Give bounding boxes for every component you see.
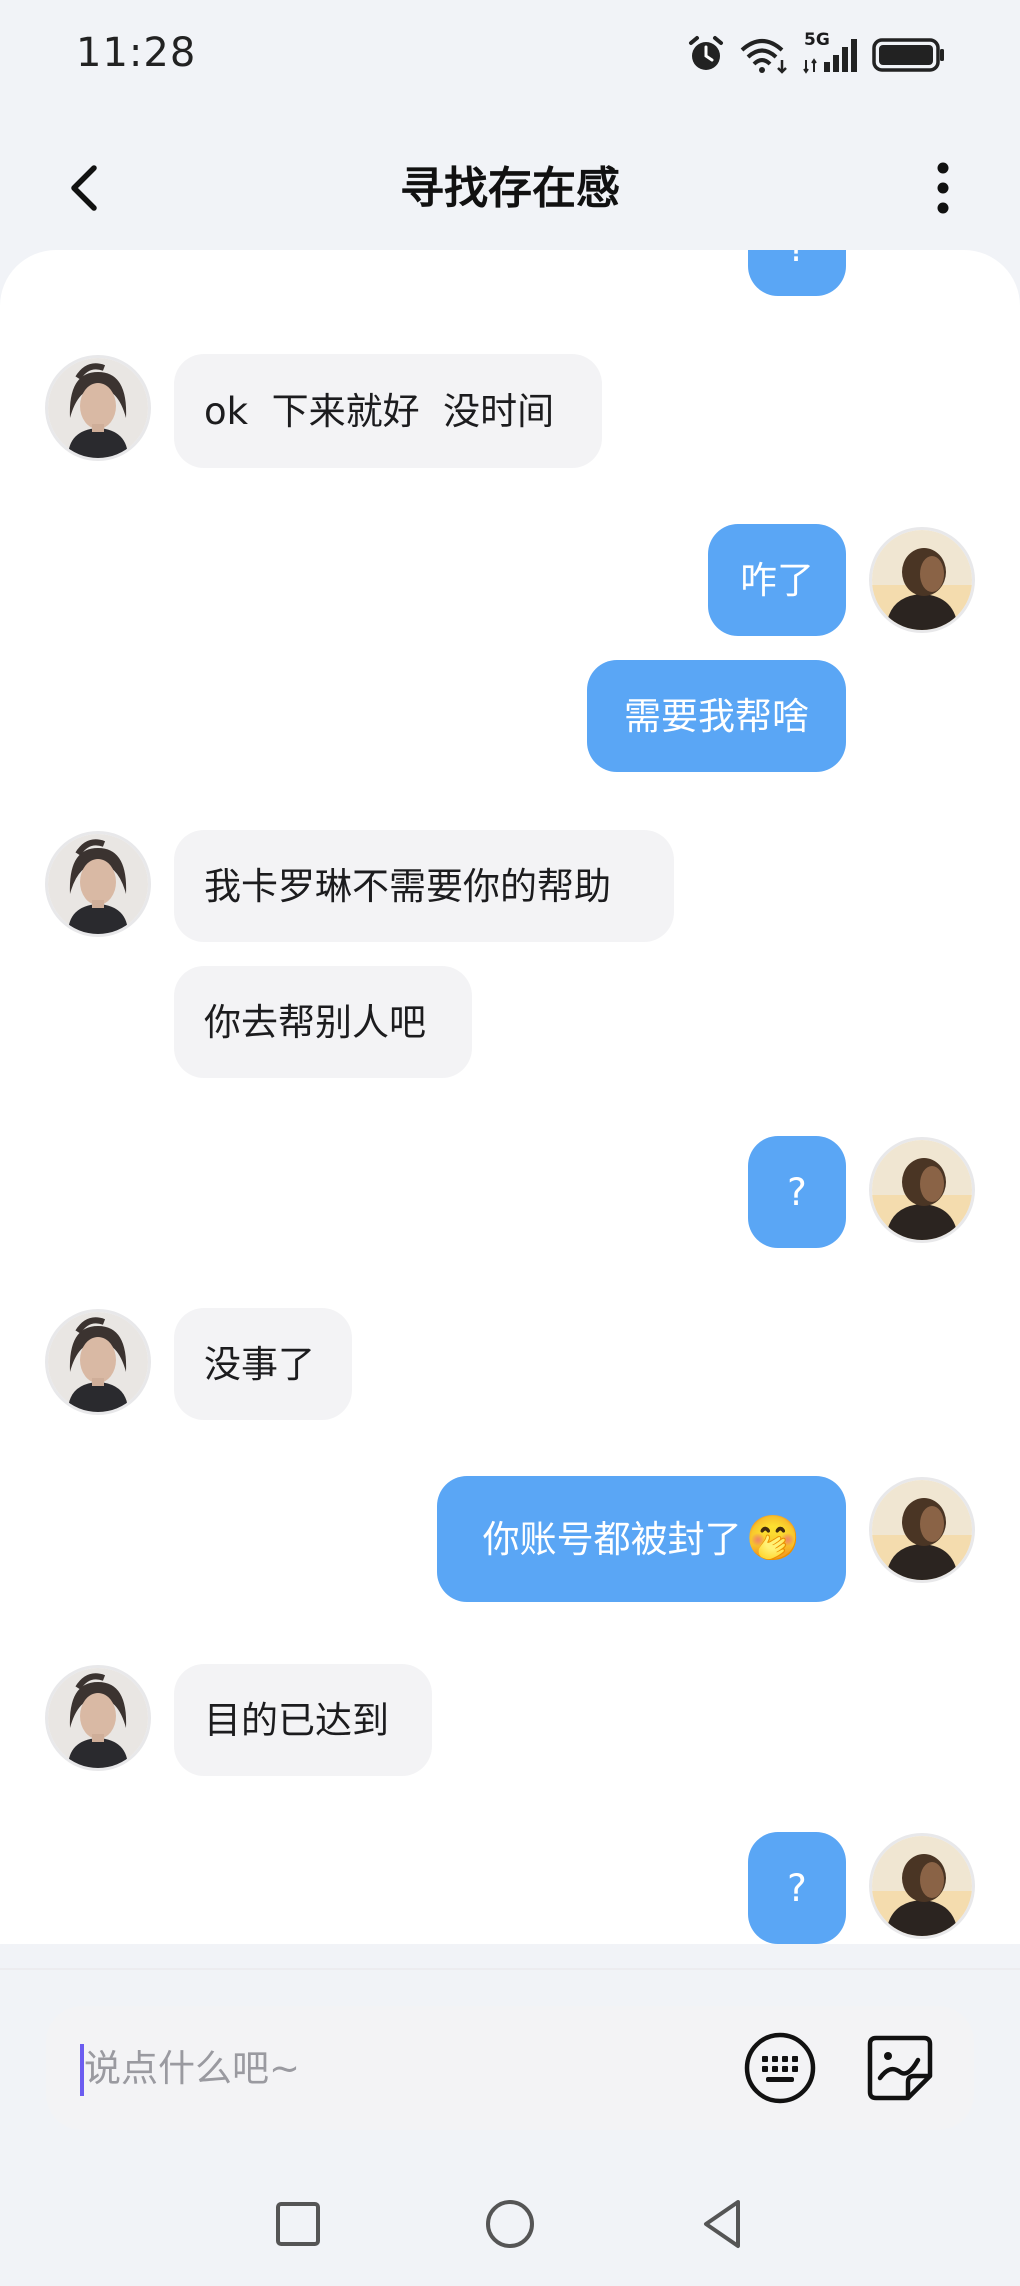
contact-avatar[interactable] [48, 834, 148, 934]
triangle-back-icon [704, 2200, 740, 2248]
message-bubble-incoming[interactable]: 没事了 [174, 1308, 352, 1420]
contact-avatar[interactable] [48, 358, 148, 458]
message-bubble-outgoing[interactable]: 需要我帮啥 [587, 660, 846, 772]
message-bubble-incoming[interactable]: 我卡罗琳不需要你的帮助 [174, 830, 674, 942]
alarm-icon [689, 36, 723, 70]
square-icon [276, 2202, 320, 2246]
input-divider [0, 1968, 1020, 1970]
message-bubble-incoming[interactable]: 你去帮别人吧 [174, 966, 472, 1078]
message-bubble-outgoing[interactable]: ? [748, 1832, 846, 1944]
recent-apps-button[interactable] [268, 2194, 328, 2254]
user-avatar[interactable] [872, 1480, 972, 1580]
user-avatar[interactable] [872, 1836, 972, 1936]
more-options-button[interactable] [918, 156, 968, 220]
contact-avatar[interactable] [48, 1312, 148, 1412]
system-navigation-bar [0, 2186, 1020, 2266]
vertical-dots-icon [937, 162, 949, 214]
message-text: 你账号都被封了 [482, 1517, 742, 1561]
sticker-icon [867, 2035, 933, 2101]
battery-icon [872, 38, 944, 72]
keyboard-icon [744, 2032, 816, 2104]
keyboard-toggle-button[interactable] [742, 2030, 818, 2106]
message-bubble-outgoing[interactable]: 你账号都被封了 🤭 [437, 1476, 846, 1602]
cellular-signal-icon: 5G [802, 30, 860, 74]
message-text: ? [787, 250, 807, 267]
message-bubble-incoming[interactable]: 目的已达到 [174, 1664, 432, 1776]
message-bubble-incoming[interactable]: ok 下来就好 没时间 [174, 354, 602, 468]
message-text: 需要我帮啥 [624, 694, 809, 738]
status-bar: 11:28 5G [0, 0, 1020, 110]
home-button[interactable] [480, 2194, 540, 2254]
hand-over-mouth-emoji-icon: 🤭 [745, 1513, 801, 1564]
message-composer [46, 2006, 974, 2130]
message-bubble-outgoing[interactable]: 咋了 [708, 524, 846, 636]
message-text: 咋了 [740, 558, 814, 602]
status-icons: 5G [686, 30, 946, 76]
message-text: ok 下来就好 没时间 [204, 389, 555, 433]
message-text: ? [787, 1866, 807, 1910]
chat-title: 寻找存在感 [400, 163, 620, 214]
contact-avatar[interactable] [48, 1668, 148, 1768]
message-text: 你去帮别人吧 [204, 1000, 426, 1044]
message-text: 目的已达到 [204, 1698, 389, 1742]
circle-icon [486, 2200, 534, 2248]
back-nav-button[interactable] [692, 2194, 752, 2254]
message-text: ? [787, 1170, 807, 1214]
status-time: 11:28 [76, 30, 197, 76]
message-input[interactable] [84, 2006, 684, 2130]
wifi-icon [740, 39, 787, 74]
user-avatar[interactable] [872, 530, 972, 630]
user-avatar[interactable] [872, 1140, 972, 1240]
chat-message-list[interactable]: ? ok 下来就好 没时间 咋了 需要我帮啥 [0, 250, 1020, 1944]
sticker-button[interactable] [862, 2030, 938, 2106]
message-bubble-outgoing[interactable]: ? [748, 1136, 846, 1248]
message-text: 没事了 [204, 1342, 315, 1386]
message-bubble-outgoing[interactable]: ? [748, 250, 846, 296]
chat-header: 寻找存在感 [0, 130, 1020, 240]
message-text: 我卡罗琳不需要你的帮助 [204, 864, 611, 908]
